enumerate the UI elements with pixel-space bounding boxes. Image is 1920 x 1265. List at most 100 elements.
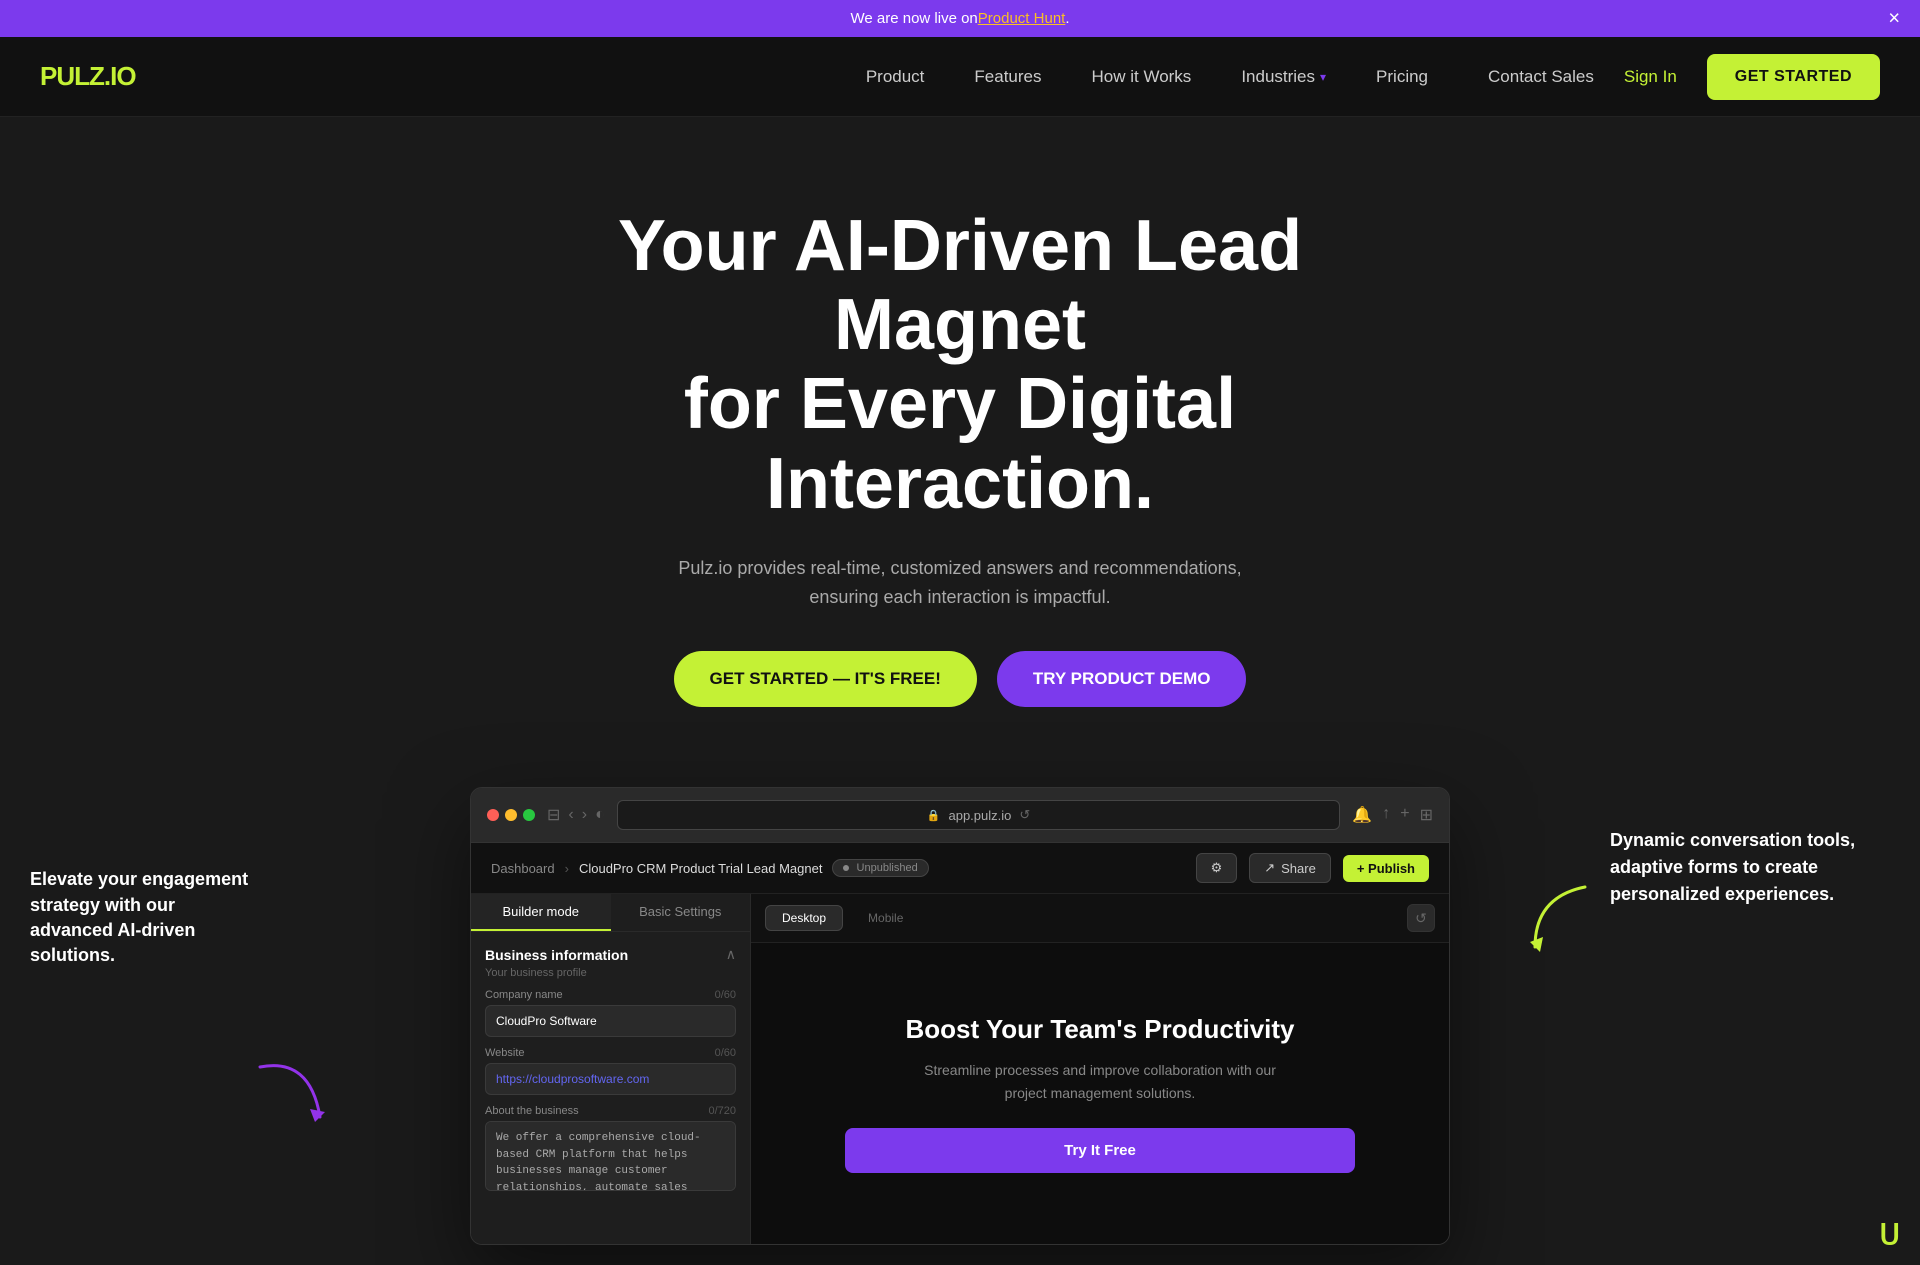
website-label: Website 0/60	[485, 1047, 736, 1059]
banner-link[interactable]: Product Hunt	[978, 10, 1066, 27]
curved-arrow-left-icon	[250, 1057, 330, 1127]
breadcrumb-home[interactable]: Dashboard	[491, 861, 555, 876]
logo[interactable]: PULZ.IO	[40, 61, 136, 92]
new-tab-icon[interactable]: +	[1400, 805, 1409, 825]
nav-link-pricing[interactable]: Pricing	[1376, 67, 1428, 86]
browser-dots	[487, 809, 535, 821]
right-callout: Dynamic conversation tools, adaptive for…	[1610, 827, 1890, 908]
business-info-section: Business information ∧ Your business pro…	[471, 932, 750, 1210]
preview-toolbar: Desktop Mobile ↺	[751, 894, 1449, 943]
navbar: PULZ.IO Product Features How it Works In…	[0, 37, 1920, 117]
publish-button[interactable]: + Publish	[1343, 855, 1429, 882]
forward-icon[interactable]: ›	[582, 806, 587, 824]
bell-icon[interactable]: 🔔	[1352, 805, 1372, 825]
hero-title-line2: for Every Digital Interaction.	[684, 364, 1236, 523]
hero-title: Your AI-Driven Lead Magnet for Every Dig…	[510, 207, 1410, 524]
pulzio-watermark: ᑌ	[1880, 1218, 1901, 1251]
preview-title: Boost Your Team's Productivity	[905, 1014, 1294, 1045]
hero-subtitle: Pulz.io provides real-time, customized a…	[660, 554, 1260, 612]
website-input[interactable]: https://cloudprosoftware.com	[485, 1063, 736, 1095]
settings-icon: ⚙	[1211, 860, 1223, 876]
nav-item-pricing[interactable]: Pricing	[1376, 67, 1428, 87]
nav-item-product[interactable]: Product	[866, 67, 925, 87]
left-callout: Elevate your engagement strategy with ou…	[30, 867, 260, 988]
hero-section: Your AI-Driven Lead Magnet for Every Dig…	[0, 117, 1920, 767]
share-label: Share	[1281, 861, 1316, 876]
nav-link-features[interactable]: Features	[974, 67, 1041, 86]
demo-section: Elevate your engagement strategy with ou…	[0, 767, 1920, 1265]
sidebar-toggle-icon[interactable]: ⊟	[547, 805, 560, 825]
nav-right: Contact Sales Sign In GET STARTED	[1488, 54, 1880, 100]
dot-yellow[interactable]	[505, 809, 517, 821]
about-textarea[interactable]: We offer a comprehensive cloud-based CRM…	[485, 1121, 736, 1191]
nav-link-product[interactable]: Product	[866, 67, 925, 86]
share-button[interactable]: ↗ Share	[1249, 853, 1331, 883]
left-callout-text: Elevate your engagement strategy with ou…	[30, 867, 260, 968]
tab-builder-mode[interactable]: Builder mode	[471, 894, 611, 931]
breadcrumb-page: CloudPro CRM Product Trial Lead Magnet	[579, 861, 823, 876]
nav-get-started-button[interactable]: GET STARTED	[1707, 54, 1880, 100]
chevron-down-icon: ▾	[1320, 70, 1326, 84]
preview-description: Streamline processes and improve collabo…	[920, 1059, 1280, 1104]
status-badge: Unpublished	[832, 859, 928, 877]
right-callout-text: Dynamic conversation tools, adaptive for…	[1610, 827, 1890, 908]
section-title: Business information	[485, 947, 628, 963]
app-bar-right: ⚙ ↗ Share + Publish	[1196, 853, 1429, 883]
browser-actions: 🔔 ↑ + ⊞	[1352, 805, 1433, 825]
nav-links: Product Features How it Works Industries…	[866, 67, 1428, 87]
address-text: app.pulz.io	[948, 808, 1011, 823]
nav-item-how-it-works[interactable]: How it Works	[1092, 67, 1192, 87]
desktop-view-button[interactable]: Desktop	[765, 905, 843, 931]
dot-red[interactable]	[487, 809, 499, 821]
contact-sales-link[interactable]: Contact Sales	[1488, 67, 1594, 87]
half-circle-icon: ◐	[595, 806, 605, 824]
preview-cta-button[interactable]: Try It Free	[845, 1128, 1355, 1173]
hero-buttons: GET STARTED — IT'S FREE! TRY PRODUCT DEM…	[20, 651, 1900, 707]
app-content: Builder mode Basic Settings Business inf…	[471, 894, 1449, 1244]
dot-green[interactable]	[523, 809, 535, 821]
refresh-preview-button[interactable]: ↺	[1407, 904, 1435, 932]
share-icon[interactable]: ↑	[1382, 805, 1390, 825]
top-banner: We are now live on Product Hunt . ×	[0, 0, 1920, 37]
right-preview: Desktop Mobile ↺ Boost Your Team's Produ…	[751, 894, 1449, 1244]
sign-in-link[interactable]: Sign In	[1624, 67, 1677, 87]
nav-item-features[interactable]: Features	[974, 67, 1041, 87]
banner-close-button[interactable]: ×	[1888, 7, 1900, 30]
breadcrumb-separator: ›	[565, 861, 569, 876]
logo-io: IO	[110, 61, 135, 91]
logo-text: PULZ	[40, 61, 104, 91]
left-panel: Builder mode Basic Settings Business inf…	[471, 894, 751, 1244]
section-header: Business information ∧	[485, 946, 736, 963]
nav-link-industries: Industries	[1241, 67, 1315, 87]
refresh-icon: ↺	[1415, 910, 1427, 927]
hero-title-line1: Your AI-Driven Lead Magnet	[618, 206, 1302, 365]
banner-period: .	[1065, 10, 1069, 27]
app-bar: Dashboard › CloudPro CRM Product Trial L…	[471, 843, 1449, 894]
refresh-small-icon[interactable]: ↺	[1019, 807, 1030, 823]
nav-item-industries[interactable]: Industries ▾	[1241, 67, 1326, 87]
hero-cta-secondary[interactable]: TRY PRODUCT DEMO	[997, 651, 1247, 707]
panel-tabs: Builder mode Basic Settings	[471, 894, 750, 932]
company-name-label: Company name 0/60	[485, 989, 736, 1001]
nav-link-how-it-works[interactable]: How it Works	[1092, 67, 1192, 86]
address-bar[interactable]: 🔒 app.pulz.io ↺	[617, 800, 1341, 830]
collapse-icon[interactable]: ∧	[726, 946, 736, 963]
browser-mockup: ⊟ ‹ › ◐ 🔒 app.pulz.io ↺ 🔔 ↑ + ⊞ Dashboar…	[470, 787, 1450, 1245]
nav-dropdown-industries[interactable]: Industries ▾	[1241, 67, 1326, 87]
tab-basic-settings[interactable]: Basic Settings	[611, 894, 751, 931]
mobile-view-button[interactable]: Mobile	[851, 905, 920, 931]
website-link[interactable]: https://cloudprosoftware.com	[496, 1072, 649, 1086]
preview-content: Boost Your Team's Productivity Streamlin…	[751, 943, 1449, 1244]
lock-icon: 🔒	[927, 809, 941, 822]
status-dot	[843, 865, 849, 871]
section-subtitle: Your business profile	[485, 967, 736, 979]
curved-arrow-right-icon	[1515, 877, 1595, 957]
back-icon[interactable]: ‹	[568, 806, 573, 824]
status-text: Unpublished	[857, 862, 918, 874]
browser-controls: ⊟ ‹ › ◐	[547, 805, 605, 825]
settings-button[interactable]: ⚙	[1196, 853, 1238, 883]
grid-icon[interactable]: ⊞	[1420, 805, 1433, 825]
company-name-input[interactable]: CloudPro Software	[485, 1005, 736, 1037]
share-btn-icon: ↗	[1264, 860, 1275, 876]
hero-cta-primary[interactable]: GET STARTED — IT'S FREE!	[674, 651, 977, 707]
